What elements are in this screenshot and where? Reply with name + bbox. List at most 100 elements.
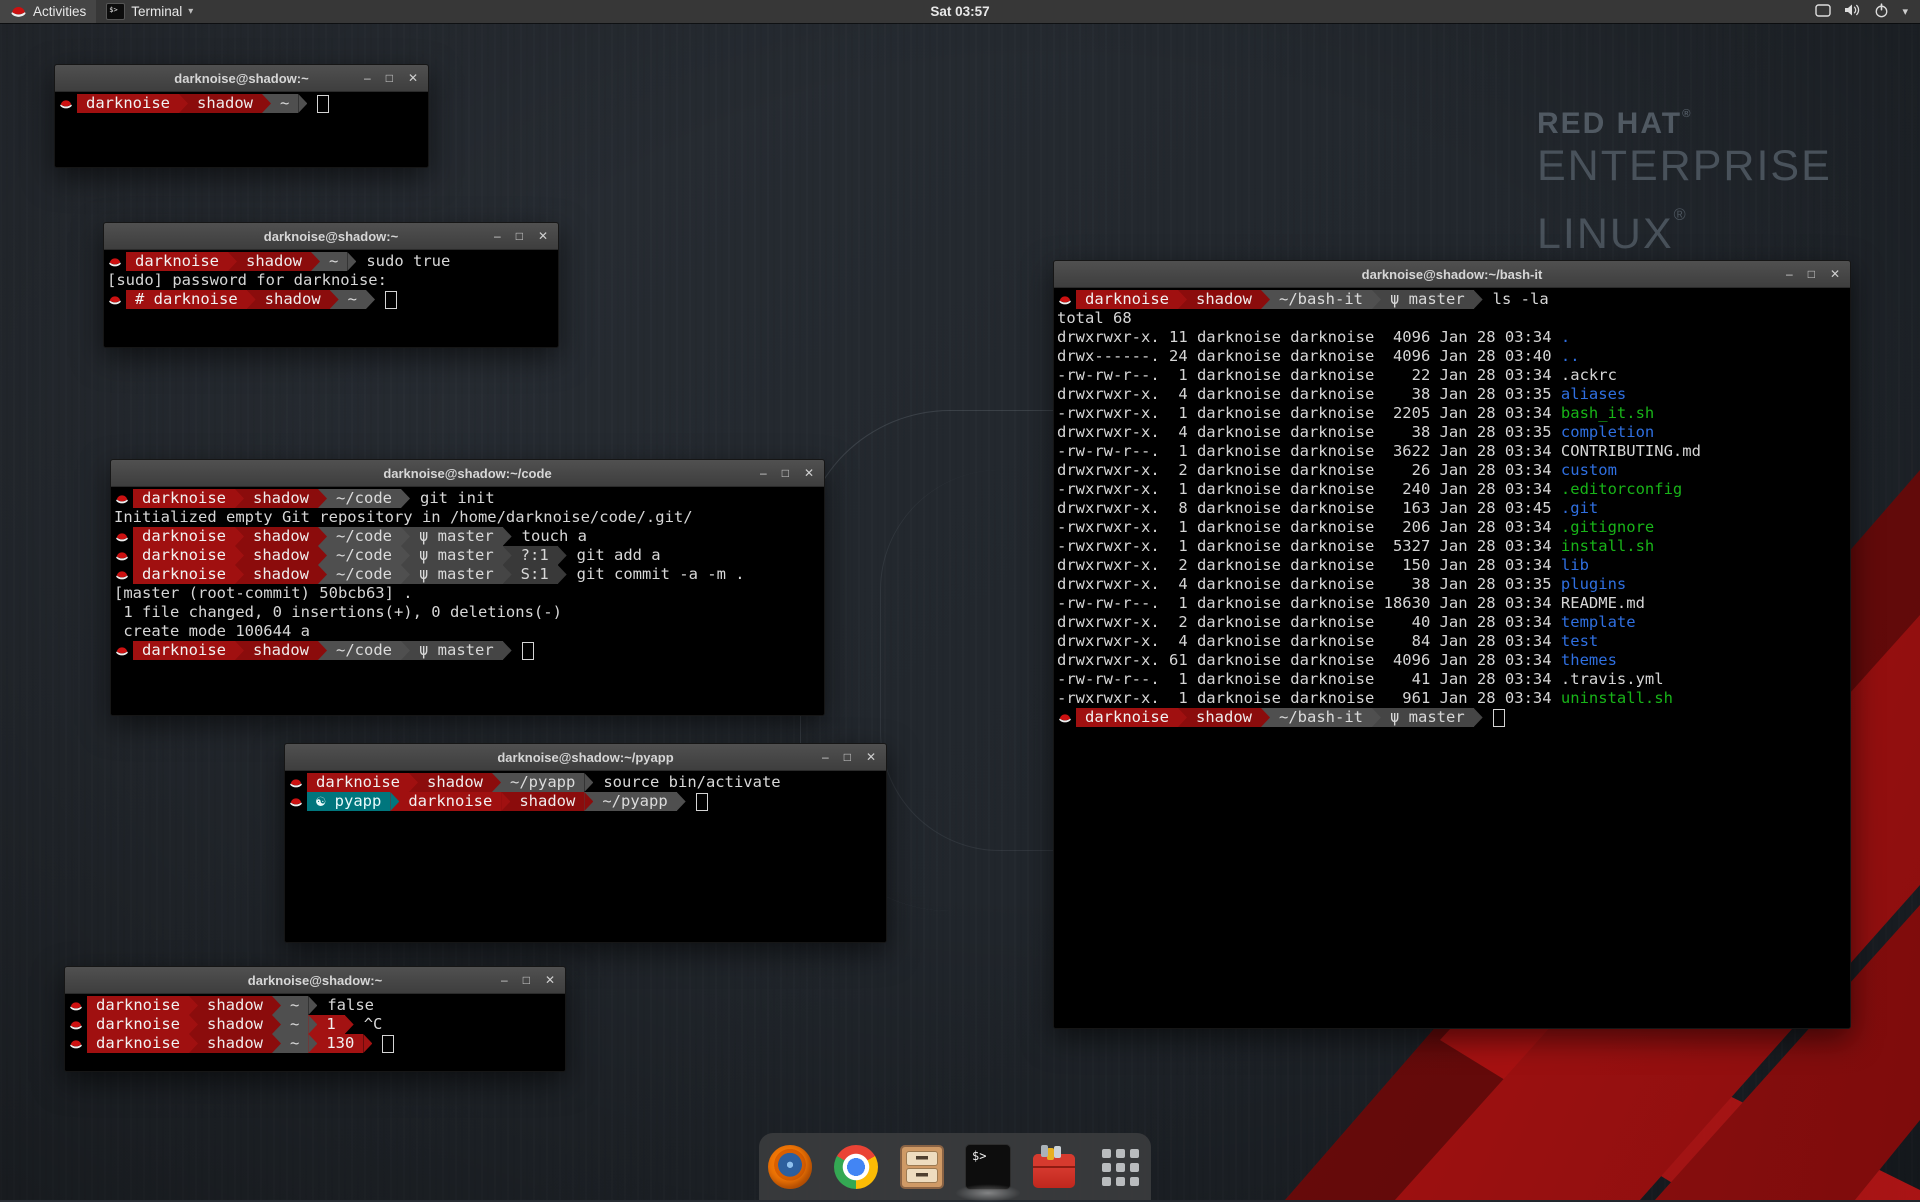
terminal-line: darknoiseshadow~ [55, 94, 428, 113]
prompt-segment-user: darknoise [77, 94, 179, 113]
activities-button[interactable]: Activities [0, 0, 96, 23]
window-titlebar[interactable]: darknoise@shadow:~–□✕ [104, 223, 558, 250]
close-button[interactable]: ✕ [804, 467, 814, 479]
terminal-line: darknoiseshadow~/bash-itψ master [1054, 708, 1850, 727]
terminal-window-exit-codes[interactable]: darknoise@shadow:~–□✕darknoiseshadow~fal… [64, 966, 566, 1072]
terminal-content[interactable]: darknoiseshadow~/pyappsource bin/activat… [285, 771, 886, 942]
prompt-segment-venv: ☯ pyapp [307, 792, 390, 811]
prompt-segment-path: ~/code [327, 546, 401, 565]
terminal-line: -rwxrwxr-x. 1 darknoise darknoise 961 Ja… [1054, 689, 1850, 708]
ls-row-name: README.md [1561, 594, 1645, 613]
terminal-window-bash-it[interactable]: darknoise@shadow:~/bash-it–□✕darknoisesh… [1053, 260, 1851, 1029]
chrome-icon [834, 1145, 878, 1189]
minimize-button[interactable]: – [760, 467, 767, 479]
window-titlebar[interactable]: darknoise@shadow:~/bash-it–□✕ [1054, 261, 1850, 288]
powerline-separator [503, 641, 512, 660]
powerline-separator [501, 792, 510, 811]
terminal-window-pyapp[interactable]: darknoise@shadow:~/pyapp – □ ✕ darknoiseshad… [284, 743, 887, 943]
window-titlebar[interactable]: darknoise@shadow:~–□✕ [55, 65, 428, 92]
dock-item-apps[interactable] [1095, 1142, 1145, 1192]
output-text: [sudo] password for darknoise: [104, 271, 387, 290]
redhat-prompt-icon [104, 252, 126, 271]
command-text: git init [420, 489, 495, 508]
redhat-prompt-icon [111, 641, 133, 660]
powerline-separator [272, 996, 281, 1015]
output-text: 1 file changed, 0 insertions(+), 0 delet… [111, 603, 562, 622]
top-bar-left: Activities $> Terminal ▾ [0, 0, 203, 23]
maximize-button[interactable]: □ [386, 72, 393, 84]
minimize-button[interactable]: – [822, 751, 829, 763]
prompt-segment-branch: ψ master [410, 565, 503, 584]
window-titlebar[interactable]: darknoise@shadow:~–□✕ [65, 967, 565, 994]
prompt-segment-host: shadow [244, 565, 318, 584]
ls-row-name: themes [1561, 651, 1617, 670]
clock[interactable]: Sat 03:57 [920, 0, 999, 23]
window-titlebar[interactable]: darknoise@shadow:~/code–□✕ [111, 460, 824, 487]
ls-row-meta: -rwxrwxr-x. 1 darknoise darknoise 5327 J… [1054, 537, 1561, 556]
maximize-button[interactable]: □ [516, 230, 523, 242]
dock-item-terminal[interactable]: $> [963, 1142, 1013, 1192]
dock-item-chrome[interactable] [831, 1142, 881, 1192]
terminal-content[interactable]: darknoiseshadow~/bash-itψ masterls -lato… [1054, 288, 1850, 1028]
terminal-content[interactable]: darknoiseshadow~falsedarknoiseshadow~1^C… [65, 994, 565, 1071]
prompt-segment-user: darknoise [133, 527, 235, 546]
toolbox-icon [1033, 1154, 1075, 1188]
terminal-line: drwxrwxr-x. 11 darknoise darknoise 4096 … [1054, 328, 1850, 347]
terminal-content[interactable]: darknoiseshadow~ [55, 92, 428, 167]
prompt-segment-host: shadow [256, 290, 330, 309]
minimize-button[interactable]: – [501, 974, 508, 986]
terminal-line: -rw-rw-r--. 1 darknoise darknoise 18630 … [1054, 594, 1850, 613]
command-text: touch a [522, 527, 587, 546]
dock-item-files[interactable] [897, 1142, 947, 1192]
maximize-button[interactable]: □ [523, 974, 530, 986]
window-titlebar[interactable]: darknoise@shadow:~/pyapp – □ ✕ [285, 744, 886, 771]
prompt-segment-path: ~/bash-it [1270, 290, 1372, 309]
maximize-button[interactable]: □ [844, 751, 851, 763]
system-status-area[interactable]: ▾ [1803, 0, 1920, 23]
prompt-segment-host: shadow [244, 527, 318, 546]
powerline-separator [503, 565, 512, 584]
display-icon[interactable] [1815, 4, 1831, 20]
minimize-button[interactable]: – [364, 72, 371, 84]
prompt-segment-host: shadow [244, 489, 318, 508]
terminal-window-code[interactable]: darknoise@shadow:~/code–□✕darknoiseshado… [110, 459, 825, 716]
prompt-segment-path: ~/pyapp [501, 773, 584, 792]
redhat-prompt-icon [111, 527, 133, 546]
powerline-separator [330, 290, 339, 309]
terminal-window-sudo[interactable]: darknoise@shadow:~–□✕darknoiseshadow~sud… [103, 222, 559, 348]
powerline-separator [558, 565, 567, 584]
prompt-segment-path: ~/code [327, 565, 401, 584]
close-button[interactable]: ✕ [538, 230, 548, 242]
terminal-content[interactable]: darknoiseshadow~sudo true[sudo] password… [104, 250, 558, 347]
power-icon[interactable] [1874, 3, 1889, 21]
maximize-button[interactable]: □ [782, 467, 789, 479]
command-text: false [327, 996, 374, 1015]
minimize-button[interactable]: – [494, 230, 501, 242]
volume-icon[interactable] [1844, 3, 1861, 20]
chevron-down-icon[interactable]: ▾ [1902, 5, 1908, 18]
powerline-separator [1474, 290, 1483, 309]
window-title: darknoise@shadow:~/pyapp [497, 750, 673, 765]
dock-item-toolbox[interactable] [1029, 1142, 1079, 1192]
powerline-separator [298, 94, 307, 113]
close-button[interactable]: ✕ [866, 751, 876, 763]
close-button[interactable]: ✕ [408, 72, 418, 84]
maximize-button[interactable]: □ [1808, 268, 1815, 280]
prompt-segment-user: darknoise [87, 1034, 189, 1053]
terminal-line: darknoiseshadow~/pyappsource bin/activat… [285, 773, 886, 792]
close-button[interactable]: ✕ [1830, 268, 1840, 280]
powerline-separator [318, 489, 327, 508]
close-button[interactable]: ✕ [545, 974, 555, 986]
terminal-app-menu[interactable]: $> Terminal ▾ [96, 0, 203, 23]
terminal-window-home-1[interactable]: darknoise@shadow:~–□✕darknoiseshadow~ [54, 64, 429, 168]
terminal-content[interactable]: darknoiseshadow~/codegit initInitialized… [111, 487, 824, 715]
powerline-separator [189, 996, 198, 1015]
minimize-button[interactable]: – [1786, 268, 1793, 280]
text-cursor [522, 642, 534, 660]
registered-mark: ® [1682, 108, 1690, 120]
powerline-separator [366, 290, 375, 309]
app-menu-label: Terminal [131, 4, 182, 19]
prompt-segment-path: ~/code [327, 489, 401, 508]
powerline-separator [347, 252, 356, 271]
dock-item-firefox[interactable] [765, 1142, 815, 1192]
